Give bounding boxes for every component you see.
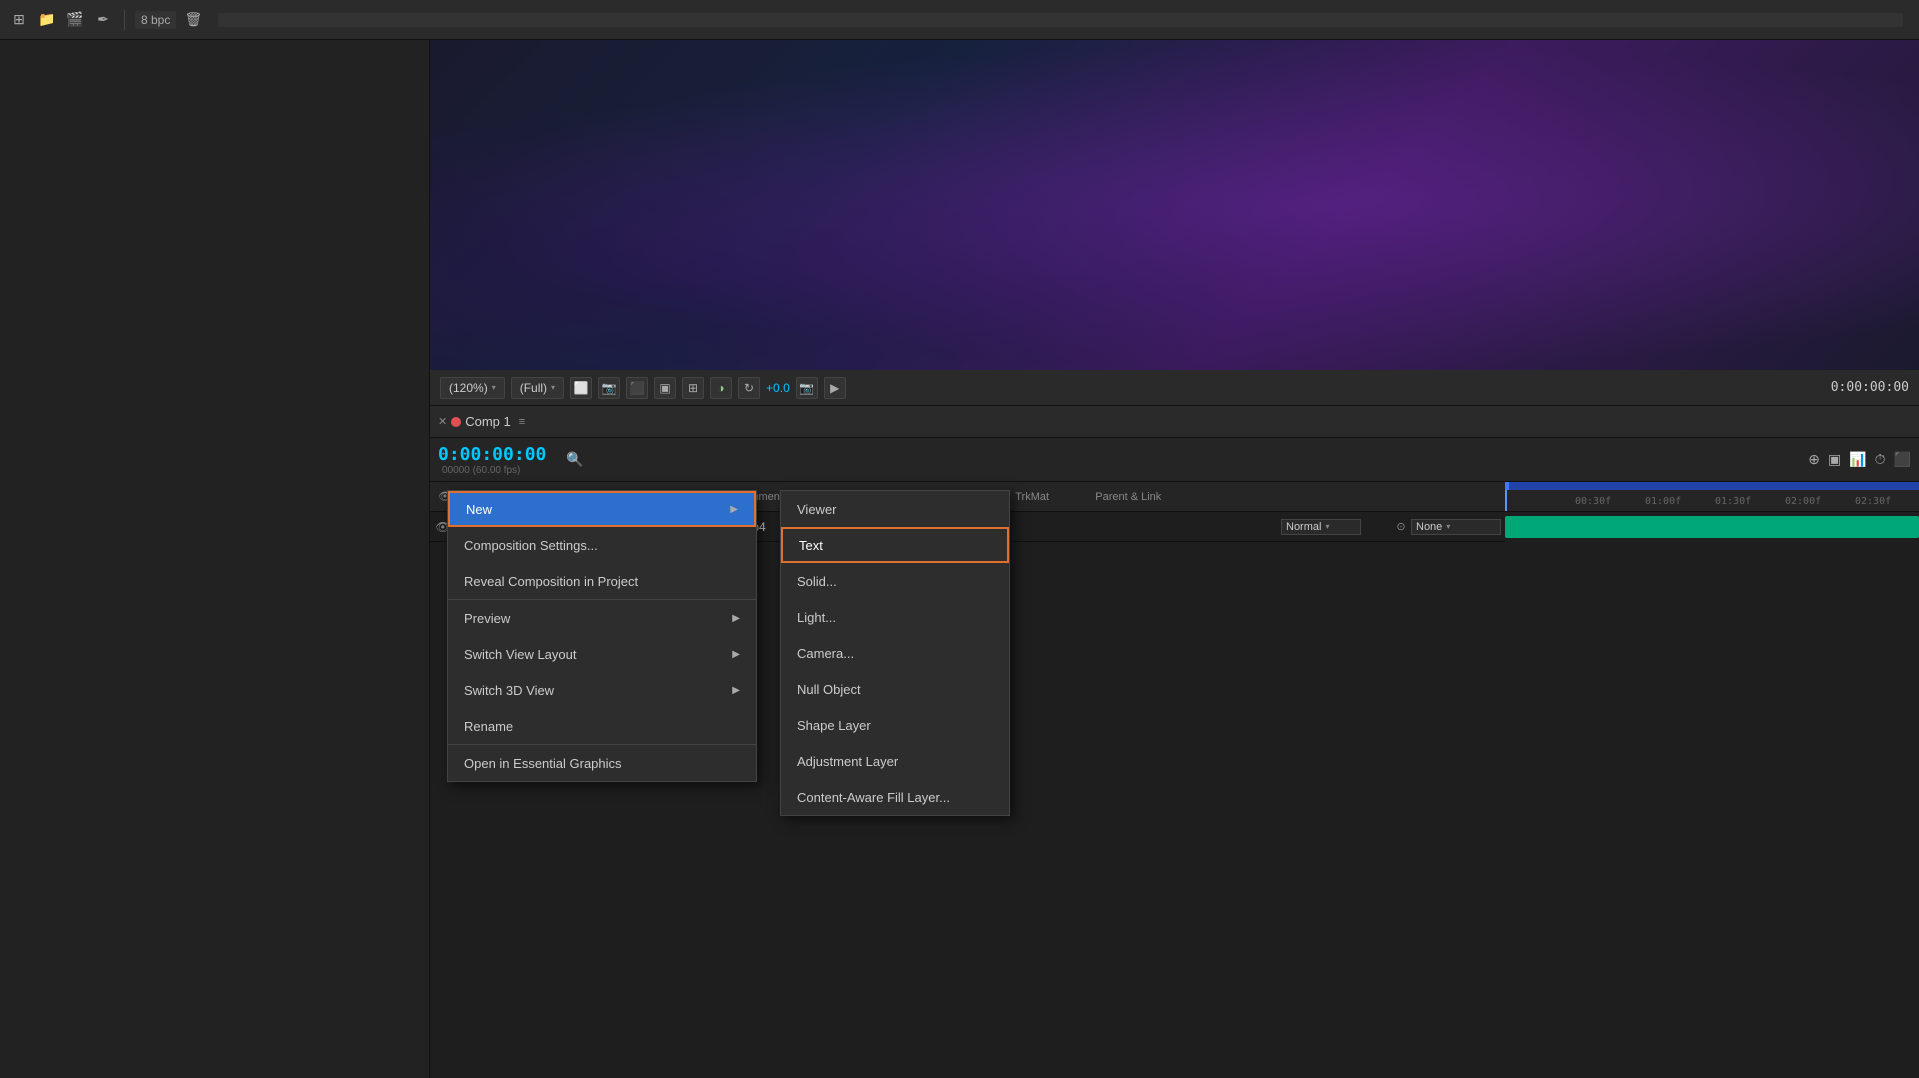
submenu-item-null-object[interactable]: Null Object: [781, 671, 1009, 707]
menu-item-reveal-composition-label: Reveal Composition in Project: [464, 574, 638, 589]
submenu-item-camera[interactable]: Camera...: [781, 635, 1009, 671]
context-menu: New ▶ Composition Settings... Reveal Com…: [447, 490, 757, 782]
submenu-item-viewer[interactable]: Viewer: [781, 491, 1009, 527]
menu-item-preview-label: Preview: [464, 611, 510, 626]
submenu-item-solid-label: Solid...: [797, 574, 837, 589]
menu-item-switch-view-layout[interactable]: Switch View Layout ▶: [448, 636, 756, 672]
menu-item-switch-3d-view-arrow: ▶: [732, 685, 740, 696]
submenu-item-solid[interactable]: Solid...: [781, 563, 1009, 599]
submenu-item-content-aware-fill-label: Content-Aware Fill Layer...: [797, 790, 950, 805]
menu-item-composition-settings[interactable]: Composition Settings...: [448, 527, 756, 563]
menu-item-reveal-composition[interactable]: Reveal Composition in Project: [448, 563, 756, 599]
menu-item-switch-view-layout-arrow: ▶: [732, 649, 740, 660]
menu-item-new-arrow: ▶: [730, 504, 738, 515]
submenu: Viewer Text Solid... Light... Camera... …: [780, 490, 1010, 816]
submenu-item-shape-layer[interactable]: Shape Layer: [781, 707, 1009, 743]
context-menu-overlay: New ▶ Composition Settings... Reveal Com…: [0, 0, 1919, 1078]
submenu-item-text-label: Text: [799, 538, 823, 553]
submenu-item-light-label: Light...: [797, 610, 836, 625]
submenu-item-content-aware-fill[interactable]: Content-Aware Fill Layer...: [781, 779, 1009, 815]
submenu-item-camera-label: Camera...: [797, 646, 854, 661]
menu-item-preview[interactable]: Preview ▶: [448, 600, 756, 636]
menu-item-new-label: New: [466, 502, 492, 517]
submenu-item-light[interactable]: Light...: [781, 599, 1009, 635]
menu-item-new[interactable]: New ▶: [448, 491, 756, 527]
menu-item-open-essential-label: Open in Essential Graphics: [464, 756, 622, 771]
menu-item-switch-view-layout-label: Switch View Layout: [464, 647, 577, 662]
menu-item-composition-settings-label: Composition Settings...: [464, 538, 598, 553]
submenu-item-null-object-label: Null Object: [797, 682, 861, 697]
menu-item-rename[interactable]: Rename: [448, 708, 756, 744]
menu-item-switch-3d-view-label: Switch 3D View: [464, 683, 554, 698]
submenu-item-text[interactable]: Text: [781, 527, 1009, 563]
submenu-item-adjustment-layer[interactable]: Adjustment Layer: [781, 743, 1009, 779]
menu-item-open-essential[interactable]: Open in Essential Graphics: [448, 745, 756, 781]
submenu-item-adjustment-layer-label: Adjustment Layer: [797, 754, 898, 769]
menu-item-rename-label: Rename: [464, 719, 513, 734]
submenu-item-shape-layer-label: Shape Layer: [797, 718, 871, 733]
menu-item-switch-3d-view[interactable]: Switch 3D View ▶: [448, 672, 756, 708]
menu-item-preview-arrow: ▶: [732, 613, 740, 624]
submenu-item-viewer-label: Viewer: [797, 502, 837, 517]
